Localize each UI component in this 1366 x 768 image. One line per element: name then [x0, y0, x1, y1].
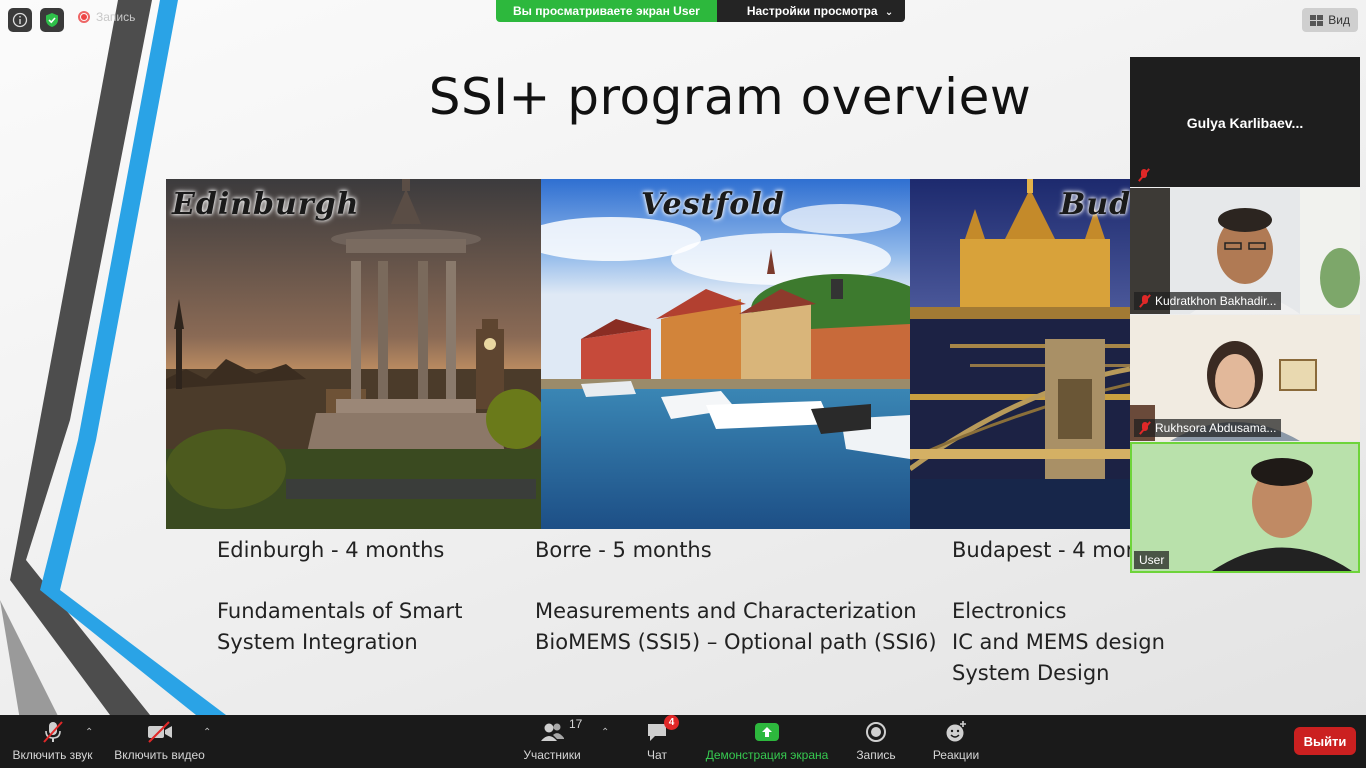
vestfold-photo: Vestfold: [541, 179, 910, 529]
muted-microphone-icon: [42, 721, 63, 743]
participants-label: Участники: [523, 748, 581, 762]
view-button[interactable]: Вид: [1302, 8, 1358, 32]
participant-name: Kudratkhon Bakhadir...: [1155, 294, 1277, 308]
muted-mic-icon: [1138, 169, 1150, 181]
participant-video-panel: Gulya Karlibaev... Kudratkhon Bakhadir..…: [1130, 57, 1360, 573]
video-tile-rukhsora[interactable]: Rukhsora Abdusama...: [1130, 315, 1360, 441]
video-options-caret-icon[interactable]: ⌃: [203, 727, 211, 738]
borre-duration: Borre - 5 months: [535, 538, 712, 562]
participants-button[interactable]: 17 Участники: [522, 715, 582, 768]
meeting-info-button[interactable]: [8, 8, 32, 32]
edinburgh-photo: Edinburgh: [166, 179, 541, 529]
record-button[interactable]: Запись: [852, 715, 900, 768]
borre-course: Measurements and Characterization: [535, 599, 917, 623]
meeting-toolbar: Включить звук ⌃ Включить видео ⌃ 17 Учас…: [0, 715, 1366, 768]
edinburgh-duration: Edinburgh - 4 months: [217, 538, 445, 562]
record-icon: [866, 722, 886, 742]
budapest-course: IC and MEMS design: [952, 630, 1165, 654]
video-off-icon: [147, 721, 172, 743]
chat-unread-badge: 4: [664, 715, 679, 730]
shield-icon: [46, 13, 58, 27]
borre-course: BioMEMS (SSI5) – Optional path (SSI6): [535, 630, 937, 654]
reactions-label: Реакции: [932, 748, 980, 762]
reactions-button[interactable]: Реакции: [930, 715, 982, 768]
vestfold-illustration: [541, 179, 910, 529]
share-screen-label: Демонстрация экрана: [705, 748, 829, 762]
recording-label: Запись: [96, 10, 136, 24]
record-label: Запись: [856, 748, 896, 762]
security-button[interactable]: [40, 8, 64, 32]
view-label: Вид: [1328, 13, 1350, 27]
share-screen-icon: [755, 723, 779, 741]
start-video-button[interactable]: Включить видео: [112, 715, 207, 768]
borre-details: Borre - 5 months Measurements and Charac…: [535, 535, 945, 658]
edinburgh-course: Fundamentals of Smart: [217, 599, 463, 623]
share-banner-text: Вы просматриваете экран User: [496, 0, 717, 22]
unmute-button[interactable]: Включить звук: [10, 715, 95, 768]
share-screen-button[interactable]: Демонстрация экрана: [703, 715, 831, 768]
muted-mic-icon: [1139, 422, 1151, 434]
chevron-down-icon: ⌄: [884, 7, 894, 18]
view-options-label: Настройки просмотра: [746, 4, 878, 18]
budapest-caption: Bud: [1060, 187, 1130, 222]
edinburgh-details: Edinburgh - 4 months Fundamentals of Sma…: [217, 535, 517, 658]
budapest-illustration: [910, 179, 1130, 529]
muted-mic-icon: [1139, 295, 1151, 307]
budapest-photo: Bud: [910, 179, 1130, 529]
leave-meeting-button[interactable]: Выйти: [1294, 727, 1356, 755]
edinburgh-illustration: [166, 179, 541, 529]
participant-name: Rukhsora Abdusama...: [1155, 421, 1277, 435]
view-options-button[interactable]: Настройки просмотра ⌄: [716, 0, 906, 22]
budapest-course: Electronics: [952, 599, 1067, 623]
edinburgh-course: System Integration: [217, 630, 418, 654]
participants-icon: [541, 723, 564, 741]
participants-options-caret-icon[interactable]: ⌃: [601, 727, 609, 738]
audio-options-caret-icon[interactable]: ⌃: [85, 727, 93, 738]
smiley-add-icon: [946, 721, 966, 742]
video-tile-kudratkhon[interactable]: Kudratkhon Bakhadir...: [1130, 188, 1360, 314]
participant-label: Kudratkhon Bakhadir...: [1134, 292, 1282, 310]
edinburgh-caption: Edinburgh: [172, 187, 360, 222]
start-video-label: Включить видео: [114, 748, 205, 762]
recording-indicator[interactable]: Запись: [78, 10, 135, 24]
vestfold-caption: Vestfold: [641, 187, 785, 222]
participant-label: User: [1134, 551, 1170, 569]
grid-view-icon: [1310, 14, 1324, 26]
slide-title: SSI+ program overview: [428, 68, 1032, 126]
participants-count: 17: [569, 717, 583, 731]
record-dot-icon: [78, 11, 90, 23]
info-icon: [12, 12, 28, 28]
participant-name: User: [1139, 553, 1165, 567]
unmute-label: Включить звук: [12, 748, 93, 762]
video-tile-user[interactable]: User: [1130, 442, 1360, 573]
video-tile-gulya[interactable]: Gulya Karlibaev...: [1130, 57, 1360, 187]
chat-button[interactable]: 4 Чат: [637, 715, 679, 768]
participant-label: Rukhsora Abdusama...: [1134, 419, 1282, 437]
budapest-course: System Design: [952, 661, 1110, 685]
participant-name: Gulya Karlibaev...: [1186, 115, 1304, 131]
chat-label: Чат: [647, 748, 667, 762]
screen-share-banner: Вы просматриваете экран User Настройки п…: [496, 0, 906, 22]
